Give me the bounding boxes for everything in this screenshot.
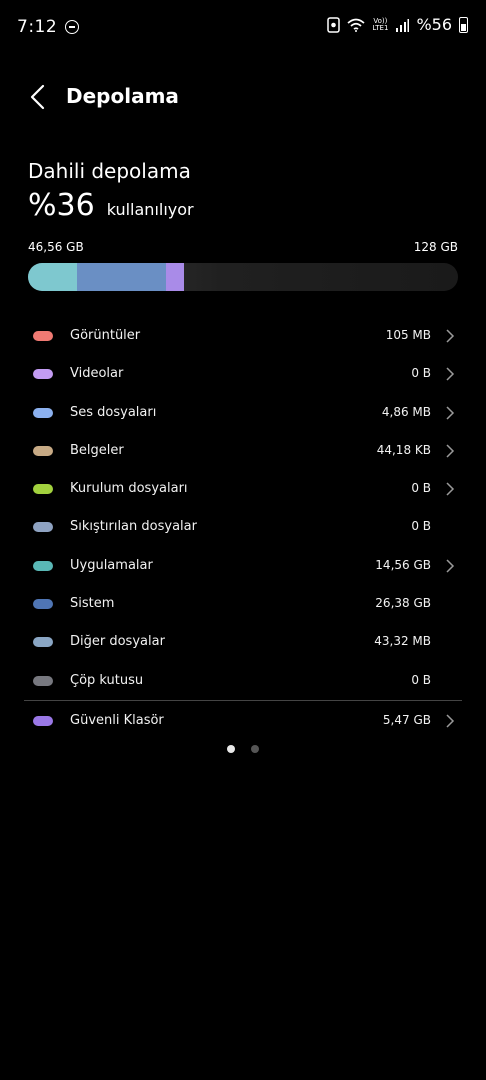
category-size: 26,38 GB <box>375 596 431 611</box>
chevron-right-icon <box>446 406 455 420</box>
category-label: Uygulamalar <box>70 557 153 573</box>
total-capacity: 128 GB <box>413 240 458 254</box>
lte-label: LTE1 <box>372 23 389 32</box>
category-size: 0 B <box>411 672 431 687</box>
category-size: 44,18 KB <box>376 442 431 457</box>
category-color-dot <box>33 637 53 648</box>
storage-usage-bar <box>28 263 458 291</box>
storage-category-list: Görüntüler 105 MB Videolar 0 B Ses dosyaları… <box>0 318 486 701</box>
storage-bar-apps-segment <box>28 263 78 291</box>
chevron-right-icon <box>446 482 455 496</box>
chevron-right-icon <box>446 559 455 573</box>
category-color-dot <box>33 484 53 495</box>
category-color-dot <box>33 331 53 341</box>
category-label: Kurulum dosyaları <box>70 481 188 497</box>
list-divider <box>24 700 462 701</box>
app-bar: Depolama <box>0 72 486 122</box>
chevron-right-icon <box>446 367 455 381</box>
category-label: Çöp kutusu <box>70 672 144 688</box>
category-color-dot <box>33 522 53 533</box>
back-arrow-icon[interactable] <box>24 82 54 112</box>
secure-folder-size: 5,47 GB <box>382 713 431 727</box>
network-type-label: Vo)) LTE1 <box>372 17 389 32</box>
used-label: kullanılıyor <box>106 200 194 219</box>
storage-category-row[interactable]: Görüntüler 105 MB <box>0 318 486 356</box>
category-label: Belgeler <box>70 442 124 458</box>
storage-category-row: Sistem 26,38 GB <box>0 586 486 624</box>
chevron-right-icon <box>446 329 455 343</box>
chevron-right-icon <box>446 714 455 728</box>
category-size: 0 B <box>411 519 431 534</box>
storage-bar-system-segment <box>77 263 166 291</box>
category-label: Görüntüler <box>70 328 141 343</box>
usage-summary: %36 kullanılıyor <box>28 188 194 223</box>
category-size: 4,86 MB <box>381 404 431 419</box>
category-color-dot <box>33 560 53 571</box>
storage-category-row[interactable]: Videolar 0 B <box>0 356 486 394</box>
chevron-right-icon <box>446 444 455 458</box>
used-amount: 46,56 GB <box>28 240 84 254</box>
category-label: Videolar <box>70 366 124 382</box>
battery-percent: %56 <box>416 15 452 34</box>
category-color-dot <box>33 675 53 686</box>
used-percent: %36 <box>28 188 95 223</box>
category-color-dot <box>33 369 53 380</box>
storage-category-row[interactable]: Belgeler 44,18 KB <box>0 433 486 471</box>
storage-category-row[interactable]: Uygulamalar 14,56 GB <box>0 548 486 586</box>
signal-icon <box>396 18 410 32</box>
category-color-dot <box>33 599 53 610</box>
category-size: 0 B <box>411 366 431 381</box>
storage-category-row: Sıkıştırılan dosyalar 0 B <box>0 509 486 547</box>
category-label: Ses dosyaları <box>70 404 157 420</box>
page-title: Depolama <box>66 84 179 108</box>
storage-category-row: Çöp kutusu 0 B <box>0 663 486 701</box>
category-size: 14,56 GB <box>375 557 431 572</box>
wifi-icon <box>347 18 365 32</box>
category-size: 0 B <box>411 481 431 496</box>
secure-folder-color-dot <box>33 716 53 726</box>
screenshot-notification-icon <box>327 16 341 33</box>
secure-folder-label: Güvenli Klasör <box>70 713 164 728</box>
battery-icon <box>459 16 468 33</box>
status-time: 7:12 <box>17 17 58 37</box>
internal-storage-title: Dahili depolama <box>28 159 191 183</box>
page-indicator <box>0 745 486 753</box>
storage-bar-secure-folder-segment <box>165 263 185 291</box>
status-bar: 7:12 Vo)) LTE1 %56 <box>0 0 486 54</box>
category-label: Sistem <box>70 596 115 612</box>
page-indicator-dot[interactable] <box>251 745 259 753</box>
storage-category-row: Diğer dosyalar 43,32 MB <box>0 624 486 662</box>
do-not-disturb-icon <box>65 20 80 34</box>
category-size: 43,32 MB <box>374 634 431 649</box>
page-indicator-dot-active[interactable] <box>227 745 235 753</box>
category-size: 105 MB <box>385 328 431 342</box>
storage-category-row[interactable]: Kurulum dosyaları 0 B <box>0 471 486 509</box>
category-label: Sıkıştırılan dosyalar <box>70 519 197 535</box>
storage-category-row[interactable]: Ses dosyaları 4,86 MB <box>0 395 486 433</box>
category-color-dot <box>33 407 53 418</box>
category-label: Diğer dosyalar <box>70 634 165 650</box>
secure-folder-row[interactable]: Güvenli Klasör 5,47 GB <box>0 702 486 740</box>
category-color-dot <box>33 445 53 456</box>
